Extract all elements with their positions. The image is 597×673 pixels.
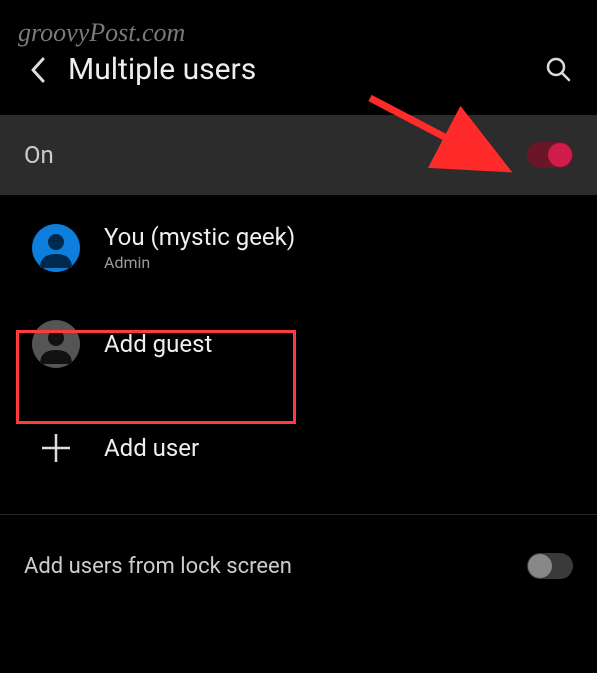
add-user-row[interactable]: Add user [0, 396, 597, 500]
current-user-name: You (mystic geek) [104, 223, 565, 251]
guest-avatar-icon [32, 320, 80, 368]
lock-screen-toggle-thumb [528, 554, 552, 578]
toggle-thumb [548, 143, 572, 167]
user-avatar-icon [32, 224, 80, 272]
add-guest-row[interactable]: Add guest [0, 292, 597, 396]
page-title: Multiple users [68, 52, 529, 87]
search-icon[interactable] [545, 56, 573, 84]
header-bar: Multiple users [0, 0, 597, 115]
main-toggle-label: On [24, 141, 54, 169]
current-user-role: Admin [104, 253, 565, 272]
add-user-text: Add user [104, 434, 565, 462]
divider [0, 514, 597, 515]
main-toggle-row[interactable]: On [0, 115, 597, 195]
lock-screen-label: Add users from lock screen [24, 554, 292, 579]
plus-icon [32, 424, 80, 472]
add-user-label: Add user [104, 434, 565, 462]
back-icon[interactable] [24, 56, 52, 84]
lock-screen-row[interactable]: Add users from lock screen [0, 529, 597, 603]
add-guest-text: Add guest [104, 330, 565, 358]
current-user-text: You (mystic geek) Admin [104, 223, 565, 272]
main-toggle[interactable] [527, 142, 573, 168]
add-guest-label: Add guest [104, 330, 565, 358]
lock-screen-toggle[interactable] [527, 553, 573, 579]
current-user-row[interactable]: You (mystic geek) Admin [0, 203, 597, 292]
